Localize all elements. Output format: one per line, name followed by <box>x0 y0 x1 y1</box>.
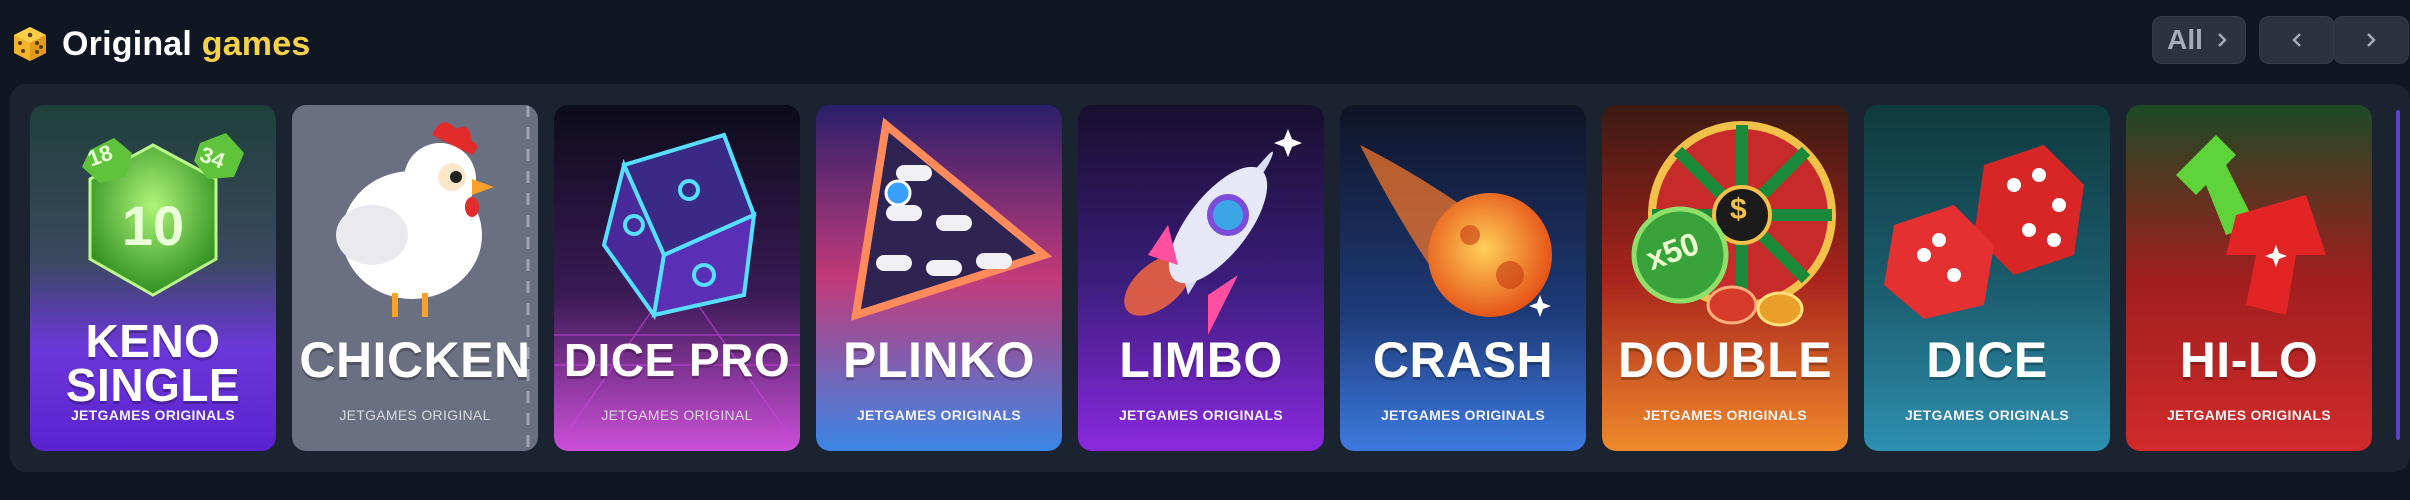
game-card-keno-single[interactable]: 10 18 34 KENO SINGLE JETGAMES ORIGINALS <box>30 105 276 451</box>
red-dice-image <box>1864 105 2110 451</box>
game-card-dice[interactable]: DICE JETGAMES ORIGINALS <box>1864 105 2110 451</box>
roulette-wheel-image <box>1602 105 1848 451</box>
keno-gem-number: 10 <box>121 194 185 257</box>
chevron-right-icon <box>2218 33 2227 47</box>
arrows-image <box>2126 105 2372 451</box>
meteor-image <box>1340 105 1586 451</box>
game-card-double[interactable]: x50 $ DOUBLE JETGAMES ORIGINALS <box>1602 105 1848 451</box>
game-card-dice-pro[interactable]: DICE PRO JETGAMES ORIGINAL <box>554 105 800 451</box>
game-subtitle: JETGAMES ORIGINALS <box>1380 407 1546 423</box>
all-button[interactable]: All <box>2152 16 2246 64</box>
game-subtitle: JETGAMES ORIGINALS <box>1118 407 1284 423</box>
game-subtitle: JETGAMES ORIGINAL <box>601 407 753 423</box>
game-card-plinko[interactable]: PLINKO JETGAMES ORIGINALS <box>816 105 1062 451</box>
all-button-label: All <box>2167 24 2203 55</box>
game-card-chicken[interactable]: CHICKEN JETGAMES ORIGINAL <box>292 105 538 451</box>
rocket-image <box>1078 105 1324 451</box>
game-subtitle: JETGAMES ORIGINALS <box>2166 407 2332 423</box>
game-title: LIMBO <box>1119 332 1283 388</box>
game-title-line2: SINGLE <box>65 359 241 411</box>
game-title: CHICKEN <box>299 332 531 388</box>
game-title: DICE <box>1926 332 2048 388</box>
game-title: DOUBLE <box>1617 332 1833 388</box>
game-subtitle: JETGAMES ORIGINALS <box>1904 407 2070 423</box>
chevron-right-icon <box>2367 33 2376 47</box>
next-button[interactable] <box>2333 16 2409 64</box>
plinko-triangle-image <box>816 105 1062 451</box>
game-subtitle: JETGAMES ORIGINALS <box>70 407 236 423</box>
neon-dice-image <box>554 105 800 451</box>
game-subtitle: JETGAMES ORIGINALS <box>856 407 1022 423</box>
game-subtitle: JETGAMES ORIGINAL <box>339 407 491 423</box>
game-title: HI-LO <box>2179 332 2319 388</box>
dollar-icon: $ <box>1730 193 1747 226</box>
game-card-limbo[interactable]: LIMBO JETGAMES ORIGINALS <box>1078 105 1324 451</box>
title-highlight: games <box>201 25 311 63</box>
game-title-line1: KENO <box>85 315 221 367</box>
game-title: DICE PRO <box>563 334 791 386</box>
page-title: Original games <box>62 22 310 66</box>
next-card-peek <box>2396 110 2400 440</box>
previous-button[interactable] <box>2259 16 2335 64</box>
game-title: CRASH <box>1372 332 1554 388</box>
title-text: Original <box>62 25 193 63</box>
section-header: Original games All <box>0 0 2410 88</box>
game-title: PLINKO <box>843 332 1035 388</box>
chicken-image <box>292 105 538 451</box>
game-subtitle: JETGAMES ORIGINALS <box>1642 407 1808 423</box>
chevron-left-icon <box>2292 33 2301 47</box>
game-title: KENO SINGLE <box>30 315 276 411</box>
game-card-hi-lo[interactable]: HI-LO JETGAMES ORIGINALS <box>2126 105 2372 451</box>
game-card-crash[interactable]: CRASH JETGAMES ORIGINALS <box>1340 105 1586 451</box>
dice-icon <box>14 27 46 61</box>
